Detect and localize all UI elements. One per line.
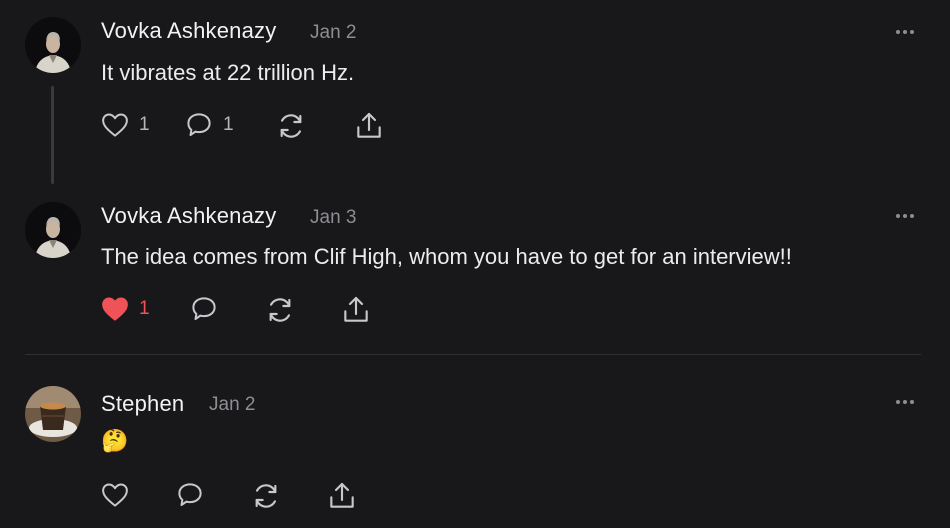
comment: Vovka Ashkenazy Jan 2 It vibrates at 22 …	[0, 0, 950, 190]
comment-text: It vibrates at 22 trillion Hz.	[101, 60, 355, 85]
comment: Stephen Jan 2 🤔	[0, 355, 950, 528]
restack-icon	[255, 484, 277, 508]
thread-line	[51, 86, 54, 184]
restack-button[interactable]	[250, 480, 282, 512]
reply-button[interactable]	[189, 294, 219, 324]
comment-text: The idea comes from Clif High, whom you …	[101, 244, 792, 269]
reply-button[interactable]	[175, 480, 205, 510]
more-dots-icon[interactable]	[893, 209, 919, 223]
reply-count: 1	[223, 114, 234, 135]
speech-bubble-icon	[187, 113, 211, 136]
like-count: 1	[139, 114, 150, 135]
more-dots-icon[interactable]	[893, 395, 919, 409]
comment-date[interactable]: Jan 2	[209, 394, 255, 416]
heart-icon	[102, 113, 128, 137]
restack-icon	[269, 298, 291, 322]
author-name[interactable]: Vovka Ashkenazy	[101, 203, 276, 229]
share-icon	[357, 112, 381, 138]
author-name[interactable]: Vovka Ashkenazy	[101, 18, 276, 44]
avatar[interactable]	[25, 386, 81, 442]
heart-icon	[102, 297, 128, 321]
share-button[interactable]	[340, 294, 372, 326]
avatar[interactable]	[25, 202, 81, 258]
speech-bubble-icon	[192, 297, 216, 320]
avatar-image	[25, 386, 81, 442]
avatar-image	[25, 202, 81, 258]
heart-icon	[102, 483, 128, 507]
like-button[interactable]: 1	[100, 110, 150, 140]
reply-button[interactable]: 1	[184, 110, 234, 140]
restack-button[interactable]	[275, 110, 307, 142]
speech-bubble-icon	[178, 483, 202, 506]
author-name[interactable]: Stephen	[101, 391, 184, 417]
share-icon	[344, 296, 368, 322]
like-button[interactable]: 1	[100, 294, 150, 324]
like-count: 1	[139, 298, 150, 319]
comment-date[interactable]: Jan 3	[310, 207, 356, 229]
restack-icon	[280, 114, 302, 138]
comment-date[interactable]: Jan 2	[310, 22, 356, 44]
share-button[interactable]	[353, 110, 385, 142]
more-dots-icon[interactable]	[893, 25, 919, 39]
avatar-image	[25, 17, 81, 73]
avatar[interactable]	[25, 17, 81, 73]
comment: Vovka Ashkenazy Jan 3 The idea comes fro…	[0, 190, 950, 355]
comment-text: 🤔	[101, 428, 129, 453]
share-button[interactable]	[326, 480, 358, 512]
restack-button[interactable]	[264, 294, 296, 326]
like-button[interactable]	[100, 480, 130, 510]
share-icon	[330, 482, 354, 508]
